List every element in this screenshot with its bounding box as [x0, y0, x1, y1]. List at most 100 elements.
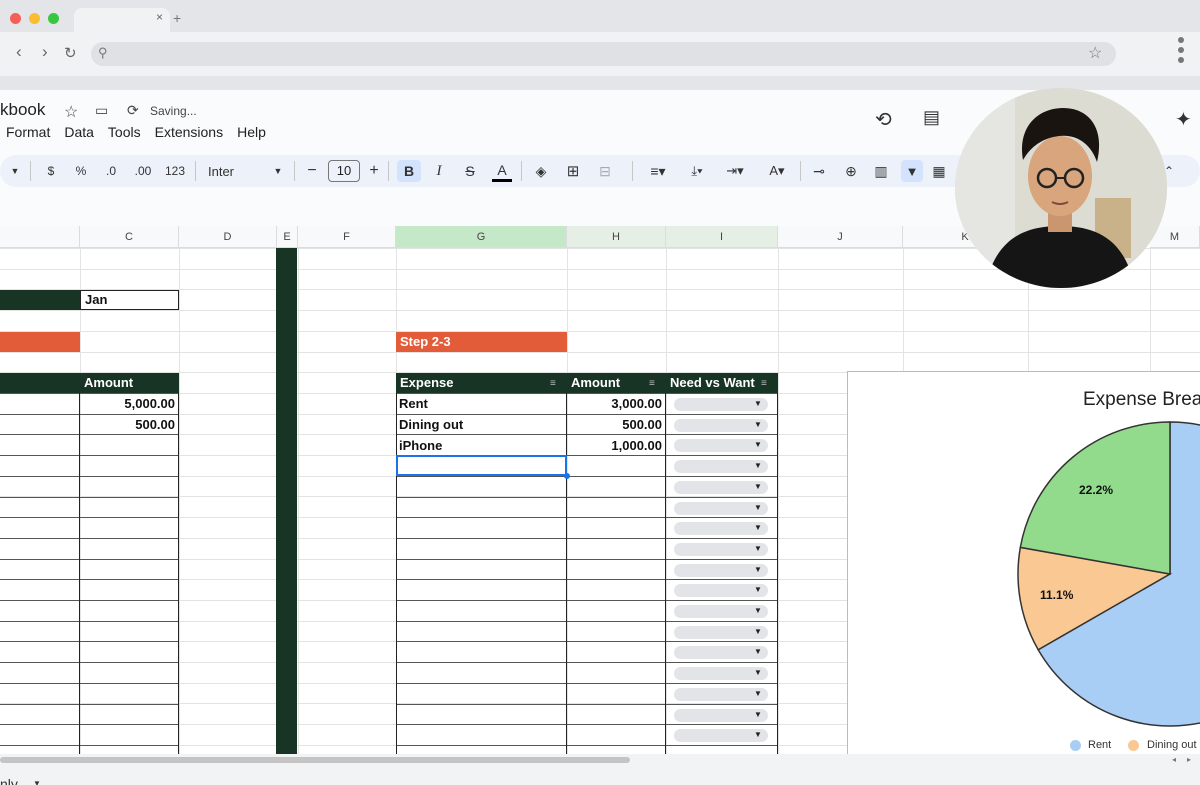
minimize-window-button[interactable] [29, 13, 40, 24]
left-amount-header[interactable]: Amount [80, 373, 179, 393]
currency-button[interactable]: $ [44, 160, 58, 182]
filter-views-icon[interactable]: ▦ [930, 160, 948, 182]
column-header-e[interactable]: E [277, 226, 298, 248]
number-format-button[interactable]: 123 [164, 160, 186, 182]
dropdown-arrow-icon[interactable]: ▼ [754, 606, 762, 615]
browser-menu-icon[interactable] [1177, 37, 1185, 67]
text-color-button[interactable]: A [492, 160, 512, 182]
borders-icon[interactable]: ⊞ [565, 160, 581, 182]
percent-button[interactable]: % [73, 160, 89, 182]
insert-comment-icon[interactable]: ⊕ [842, 160, 860, 182]
star-icon[interactable]: ☆ [64, 102, 78, 122]
increase-decimal-button[interactable]: .00 [132, 160, 154, 182]
dropdown-arrow-icon[interactable]: ▼ [754, 482, 762, 491]
link-icon[interactable]: ⊸ [810, 160, 828, 182]
dropdown-arrow-icon[interactable]: ▼ [754, 689, 762, 698]
amount-cell[interactable]: 500.00 [567, 415, 662, 435]
font-size-input[interactable]: 10 [328, 160, 360, 182]
month-label-cell[interactable] [0, 290, 80, 310]
fill-handle[interactable] [564, 473, 570, 479]
vertical-align-icon[interactable]: ⤓▾ [684, 160, 710, 182]
text-wrap-icon[interactable]: ⇥▾ [722, 160, 748, 182]
bookmark-star-icon[interactable]: ☆ [1088, 43, 1102, 63]
reload-icon[interactable]: ↻ [64, 44, 77, 62]
dropdown-arrow-icon[interactable]: ▼ [754, 627, 762, 636]
filter-icon[interactable]: ≡ [649, 378, 655, 389]
new-tab-icon[interactable]: + [173, 10, 181, 26]
expense-cell[interactable]: Dining out [399, 415, 463, 435]
maximize-window-button[interactable] [48, 13, 59, 24]
dropdown-arrow-icon[interactable]: ▼ [754, 523, 762, 532]
fill-color-icon[interactable]: ◈ [533, 160, 549, 182]
dropdown-arrow-icon[interactable]: ▼ [754, 420, 762, 429]
column-header-g[interactable]: G [396, 226, 567, 248]
column-header-i[interactable]: I [666, 226, 778, 248]
scroll-left-icon[interactable]: ◂ [1172, 755, 1176, 764]
filter-icon[interactable]: ▼ [901, 160, 923, 182]
amount-cell[interactable]: 1,000.00 [567, 436, 662, 456]
dropdown-arrow-icon[interactable]: ▼ [754, 668, 762, 677]
address-bar[interactable] [91, 42, 1116, 66]
scroll-right-icon[interactable]: ▸ [1187, 755, 1191, 764]
dropdown-arrow-icon[interactable]: ▼ [754, 585, 762, 594]
selected-cell[interactable] [396, 455, 567, 476]
bottom-dropdown-icon[interactable]: ▼ [33, 779, 41, 785]
forward-icon[interactable]: › [42, 42, 48, 62]
expense-cell[interactable]: Rent [399, 394, 428, 414]
merge-cells-icon[interactable]: ⊟ [597, 160, 613, 182]
menu-data[interactable]: Data [64, 124, 94, 140]
column-header-b[interactable] [0, 226, 80, 248]
horizontal-align-icon[interactable]: ≡▾ [645, 160, 671, 182]
tab-close-icon[interactable]: × [156, 10, 163, 24]
move-folder-icon[interactable]: ▭ [95, 102, 108, 119]
dropdown-arrow-icon[interactable]: ▼ [754, 647, 762, 656]
expense-cell[interactable]: iPhone [399, 436, 442, 456]
dropdown-arrow-icon[interactable]: ▼ [754, 544, 762, 553]
step-banner[interactable]: Step 2-3 [396, 332, 567, 352]
amount-cell[interactable]: 3,000.00 [567, 394, 662, 414]
document-title[interactable]: kbook [0, 100, 45, 120]
left-header-cell[interactable] [0, 373, 80, 393]
decrease-font-size-button[interactable]: − [305, 160, 319, 182]
column-header-f[interactable]: F [298, 226, 396, 248]
dropdown-arrow-icon[interactable]: ▼ [754, 565, 762, 574]
month-cell[interactable]: Jan [80, 290, 179, 310]
text-rotation-icon[interactable]: A▾ [763, 160, 791, 182]
slice-iphone[interactable] [1019, 421, 1171, 575]
decrease-decimal-button[interactable]: .0 [102, 160, 120, 182]
menu-tools[interactable]: Tools [108, 124, 141, 140]
expense-header[interactable]: Expense [396, 373, 567, 393]
column-header-d[interactable]: D [179, 226, 277, 248]
comments-icon[interactable]: ▤ [923, 107, 940, 128]
strikethrough-button[interactable]: S [462, 160, 478, 182]
font-family-select[interactable]: Inter [208, 160, 244, 182]
left-step-banner[interactable] [0, 332, 80, 352]
dropdown-arrow-icon[interactable]: ▼ [754, 710, 762, 719]
font-dropdown-icon[interactable]: ▼ [273, 160, 283, 182]
column-header-c[interactable]: C [80, 226, 179, 248]
column-header-h[interactable]: H [567, 226, 666, 248]
dropdown-arrow-icon[interactable]: ▼ [754, 503, 762, 512]
gemini-icon[interactable]: ✦ [1175, 107, 1192, 132]
bold-button[interactable]: B [397, 160, 421, 182]
column-header-j[interactable]: J [778, 226, 903, 248]
increase-font-size-button[interactable]: + [367, 160, 381, 182]
close-window-button[interactable] [10, 13, 21, 24]
zoom-dropdown-icon[interactable]: ▼ [8, 160, 22, 182]
menu-format[interactable]: Format [6, 124, 50, 140]
menu-help[interactable]: Help [237, 124, 266, 140]
back-icon[interactable]: ‹ [16, 42, 22, 62]
version-history-icon[interactable]: ⟲ [875, 107, 892, 132]
menu-extensions[interactable]: Extensions [155, 124, 223, 140]
dropdown-arrow-icon[interactable]: ▼ [754, 399, 762, 408]
dropdown-arrow-icon[interactable]: ▼ [754, 440, 762, 449]
filter-icon[interactable]: ≡ [550, 378, 556, 389]
dropdown-arrow-icon[interactable]: ▼ [754, 461, 762, 470]
insert-chart-icon[interactable]: ▥ [872, 160, 890, 182]
scrollbar-thumb[interactable] [0, 757, 630, 763]
filter-icon[interactable]: ≡ [761, 378, 767, 389]
dropdown-arrow-icon[interactable]: ▼ [754, 730, 762, 739]
italic-button[interactable]: I [431, 160, 447, 182]
left-amount-cell[interactable]: 500.00 [80, 415, 175, 435]
left-amount-cell[interactable]: 5,000.00 [80, 394, 175, 414]
